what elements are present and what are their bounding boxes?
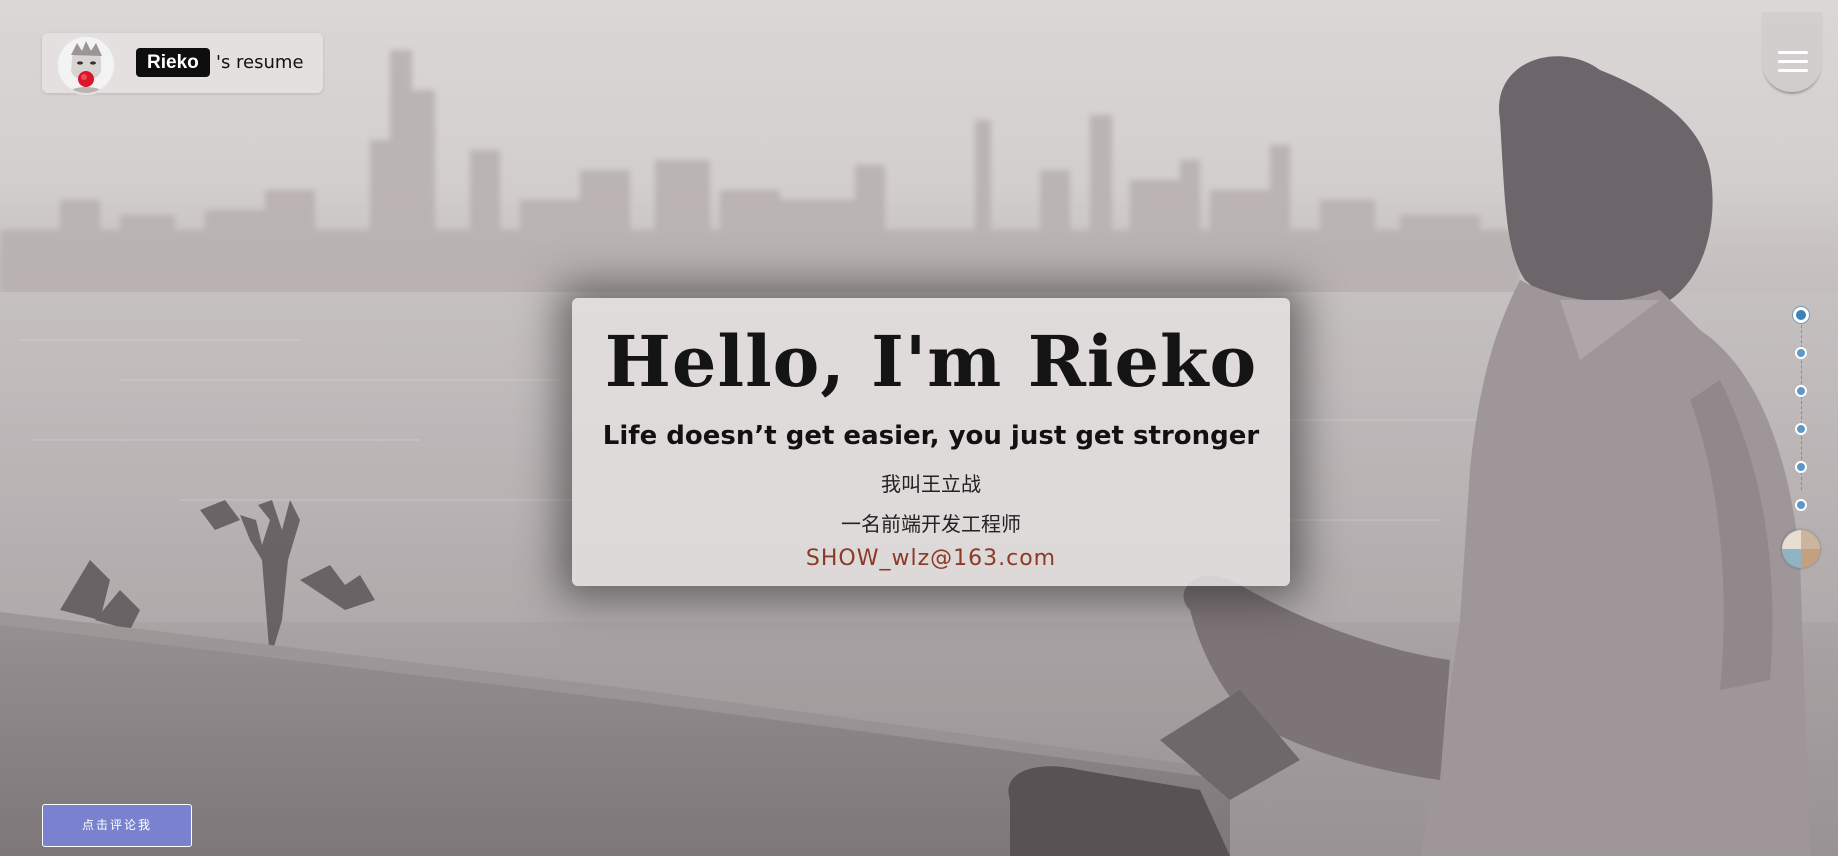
nav-dot-5[interactable] <box>1795 461 1807 473</box>
hero-headline: Hello, I'm Rieko <box>604 320 1258 403</box>
avatar[interactable] <box>56 35 116 95</box>
nav-dot-6[interactable] <box>1795 499 1807 511</box>
intro-name: 我叫王立战 <box>881 472 981 496</box>
intro-card: Hello, I'm Rieko Life doesn’t get easier… <box>572 298 1290 586</box>
avatar-portrait-icon <box>58 37 114 93</box>
music-disc-icon[interactable] <box>1782 530 1820 568</box>
resume-label: 's resume <box>216 52 304 73</box>
nav-dot-2[interactable] <box>1795 347 1807 359</box>
contact-email[interactable]: SHOW_wlz@163.com <box>572 546 1290 571</box>
nav-dot-4[interactable] <box>1795 423 1807 435</box>
comment-button[interactable]: 点击评论我 <box>42 804 192 847</box>
nav-dot-3[interactable] <box>1795 385 1807 397</box>
nav-dot-1[interactable] <box>1793 307 1809 323</box>
menu-button[interactable] <box>1762 12 1822 92</box>
name-badge: Rieko <box>136 48 210 77</box>
hero-tagline: Life doesn’t get easier, you just get st… <box>602 421 1260 451</box>
intro-role: 一名前端开发工程师 <box>841 512 1021 536</box>
brand-header[interactable]: Rieko 's resume <box>42 33 323 95</box>
